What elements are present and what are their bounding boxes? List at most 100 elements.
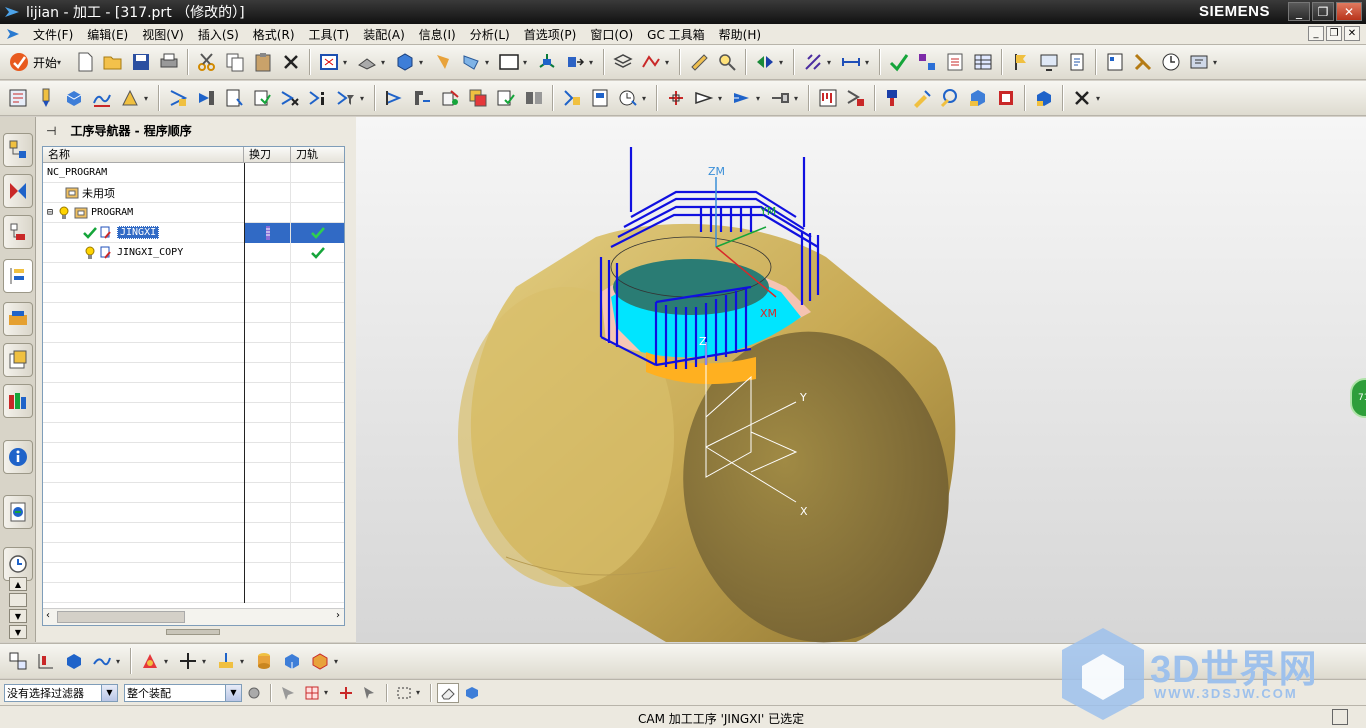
resource-tab-hd3d[interactable]: [3, 384, 33, 418]
resource-tab-reuse[interactable]: [3, 343, 33, 377]
path-info-button[interactable]: [305, 85, 331, 111]
method-view-button[interactable]: [89, 648, 115, 674]
panel-resize-handle[interactable]: [166, 629, 220, 635]
resource-scroll-up-button[interactable]: ▲: [9, 577, 27, 591]
wcs-button[interactable]: [534, 49, 560, 75]
docs-button[interactable]: [1064, 49, 1090, 75]
wcs-orient-button[interactable]: [213, 648, 239, 674]
check-object-button[interactable]: [493, 85, 519, 111]
print-button[interactable]: [156, 49, 182, 75]
start-button[interactable]: 开始 ▾: [4, 49, 71, 75]
column-tool-change[interactable]: 换刀: [244, 147, 291, 162]
fit-window-icon[interactable]: [1332, 709, 1348, 725]
datum-button[interactable]: [767, 85, 793, 111]
stock-button[interactable]: [993, 85, 1019, 111]
tool-holder-button[interactable]: [881, 85, 907, 111]
part-list-button[interactable]: [942, 49, 968, 75]
tool-list-button[interactable]: [815, 85, 841, 111]
transform-button[interactable]: [409, 85, 435, 111]
analysis-button[interactable]: [714, 49, 740, 75]
orient-view-button[interactable]: [392, 49, 418, 75]
save-button[interactable]: [128, 49, 154, 75]
layer-settings-button[interactable]: [610, 49, 636, 75]
report-button[interactable]: [1102, 49, 1128, 75]
eraser-button[interactable]: [437, 682, 459, 703]
doc-close-button[interactable]: ✕: [1344, 26, 1360, 41]
solid-select-button[interactable]: [461, 683, 483, 703]
scroll-left-button[interactable]: ‹: [46, 610, 50, 621]
column-toolpath[interactable]: 刀轨: [291, 147, 344, 162]
move-object-button[interactable]: [562, 49, 588, 75]
intersection-button[interactable]: [335, 683, 357, 703]
nx-menu-icon[interactable]: [6, 27, 20, 41]
restore-button[interactable]: ❐: [1312, 2, 1334, 21]
plane-button[interactable]: [729, 85, 755, 111]
path-filter-button[interactable]: [333, 85, 359, 111]
fit-view-button[interactable]: [316, 49, 342, 75]
snap-button[interactable]: [800, 49, 826, 75]
postprocess-button[interactable]: [1130, 49, 1156, 75]
dimension-button[interactable]: [838, 49, 864, 75]
general-selection-button[interactable]: [243, 683, 265, 703]
cut-button[interactable]: [194, 49, 220, 75]
program-view-button[interactable]: [5, 648, 31, 674]
type-filter-dropdown[interactable]: 没有选择过滤器 ▼: [4, 683, 118, 702]
time-button[interactable]: [615, 85, 641, 111]
machine-tool-view-button[interactable]: [33, 648, 59, 674]
shop-doc-button-2[interactable]: [587, 85, 613, 111]
menu-help[interactable]: 帮助(H): [712, 26, 768, 43]
new-file-button[interactable]: [72, 49, 98, 75]
delete-path-button[interactable]: [277, 85, 303, 111]
menu-file[interactable]: 文件(F): [26, 26, 80, 43]
create-program-button[interactable]: [5, 85, 31, 111]
flag-button[interactable]: [1008, 49, 1034, 75]
create-method-button[interactable]: [89, 85, 115, 111]
section-view-button[interactable]: [458, 49, 484, 75]
tool-path-edit-button[interactable]: [909, 85, 935, 111]
block-button[interactable]: [279, 648, 305, 674]
menu-assembly[interactable]: 装配(A): [356, 26, 412, 43]
side-badge[interactable]: 71: [1350, 378, 1366, 418]
edit-object-button[interactable]: [381, 85, 407, 111]
point-filter-button[interactable]: [301, 683, 323, 703]
doc-minimize-button[interactable]: _: [1308, 26, 1324, 41]
boolean-button[interactable]: [307, 648, 333, 674]
blank-button[interactable]: [965, 85, 991, 111]
resource-tab-machine[interactable]: [3, 302, 33, 336]
table-button[interactable]: [970, 49, 996, 75]
resource-scroll-down-button[interactable]: ▼: [9, 609, 27, 623]
create-tool-button[interactable]: [33, 85, 59, 111]
pick-button[interactable]: [359, 683, 381, 703]
column-name[interactable]: 名称: [43, 147, 244, 162]
pin-icon[interactable]: ⊣: [46, 124, 56, 138]
menu-insert[interactable]: 插入(S): [191, 26, 246, 43]
geometry-view-button[interactable]: [61, 648, 87, 674]
tree-row-jingxi-copy[interactable]: JINGXI_COPY: [43, 242, 344, 263]
feeds-button[interactable]: [559, 85, 585, 111]
selection-scope-dropdown[interactable]: 整个装配 ▼: [124, 683, 242, 702]
flip-button[interactable]: [752, 49, 778, 75]
create-geometry-button[interactable]: [61, 85, 87, 111]
replay-path-button[interactable]: [193, 85, 219, 111]
resource-scroll-thumb[interactable]: [9, 593, 27, 607]
render-style-button[interactable]: [354, 49, 380, 75]
close-button[interactable]: ✕: [1336, 2, 1362, 21]
create-operation-button[interactable]: [117, 85, 143, 111]
color-swatch-button[interactable]: [496, 49, 522, 75]
tree-row-jingxi[interactable]: JINGXI: [43, 222, 344, 243]
menu-gc-toolbox[interactable]: GC 工具箱: [640, 26, 712, 43]
tree-row-nc-program[interactable]: NC_PROGRAM: [43, 162, 344, 183]
scroll-thumb[interactable]: [57, 611, 185, 623]
graphics-window[interactable]: ZM YM XM Z Y X 71: [356, 117, 1366, 643]
delete-button[interactable]: [278, 49, 304, 75]
minimize-button[interactable]: _: [1288, 2, 1310, 21]
nc-assistant-button[interactable]: [137, 648, 163, 674]
menu-analysis[interactable]: 分析(L): [463, 26, 517, 43]
menu-tools[interactable]: 工具(T): [302, 26, 357, 43]
resource-tab-info[interactable]: [3, 440, 33, 474]
cylinder-button[interactable]: [251, 648, 277, 674]
menu-edit[interactable]: 编辑(E): [80, 26, 135, 43]
rectangle-select-button[interactable]: [393, 683, 415, 703]
tree-horizontal-scrollbar[interactable]: ‹ ›: [43, 608, 344, 625]
generate-path-button[interactable]: [165, 85, 191, 111]
